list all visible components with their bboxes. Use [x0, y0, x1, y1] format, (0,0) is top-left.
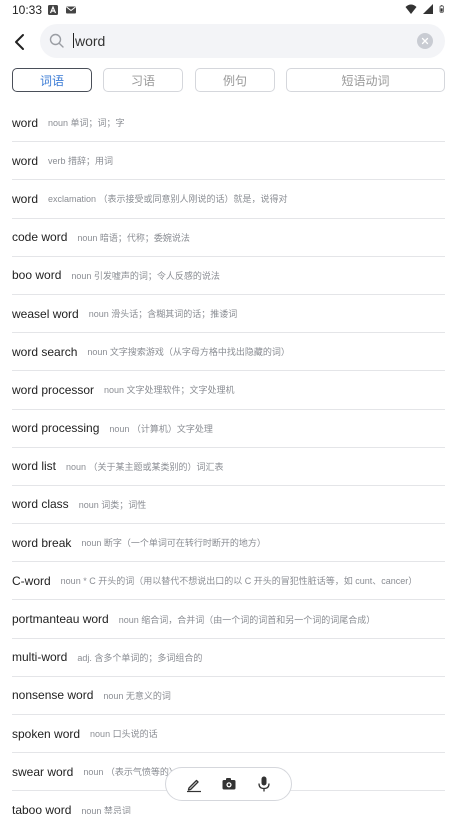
tab-phrasal-verbs[interactable]: 短语动词	[286, 68, 445, 92]
list-item[interactable]: boo word noun 引发嘘声的词；令人反感的说法	[12, 257, 445, 295]
entry-word: C-word	[12, 573, 51, 588]
list-item[interactable]: nonsense word noun 无意义的词	[12, 677, 445, 715]
list-item[interactable]: word exclamation （表示接受或同意别人刚说的话）就是，说得对	[12, 180, 445, 219]
entry-word: word	[12, 115, 39, 130]
entry-definition: noun 禁忌词	[81, 805, 131, 814]
entry-definition: noun （关于某主题或某类别的）词汇表	[66, 461, 224, 472]
entry-definition: exclamation （表示接受或同意别人刚说的话）就是，说得对	[48, 194, 288, 205]
search-box[interactable]: word	[40, 24, 445, 58]
handwriting-pen-icon	[186, 779, 201, 793]
entry-definition: noun 文字处理软件；文字处理机	[104, 385, 235, 396]
back-button[interactable]	[8, 30, 32, 54]
status-time: 10:33	[12, 3, 43, 17]
wifi-icon	[405, 4, 417, 14]
entry-word: boo word	[12, 268, 62, 283]
entry-word: word processing	[12, 421, 100, 436]
list-item[interactable]: word processor noun 文字处理软件；文字处理机	[12, 371, 445, 410]
entry-word: spoken word	[12, 726, 81, 741]
entry-definition: noun （计算机）文字处理	[109, 423, 213, 434]
list-item[interactable]: multi-word adj. 含多个单词的；多词组合的	[12, 639, 445, 677]
entry-definition: noun 词类；词性	[78, 499, 147, 510]
voice-input-button[interactable]	[253, 773, 275, 795]
entry-definition: noun 单词；词；字	[48, 118, 125, 129]
list-item[interactable]: weasel word noun 滑头话；含糊其词的话；推诿词	[12, 295, 445, 334]
entry-word: word processor	[12, 382, 95, 397]
input-method-toolbar	[165, 767, 292, 801]
entry-definition: noun 口头说的话	[90, 729, 158, 740]
entry-definition: verb 措辞；用词	[48, 156, 114, 167]
entry-definition: noun 无意义的词	[103, 690, 171, 701]
text-cursor	[73, 33, 74, 48]
list-item[interactable]: portmanteau word noun 缩合词，合并词（由一个词的词首和另一个…	[12, 600, 445, 639]
entry-word: multi-word	[12, 650, 68, 665]
status-bar: 10:33	[0, 0, 457, 20]
list-item[interactable]: word break noun 断字（一个单词可在转行时断开的地方）	[12, 524, 445, 563]
list-item[interactable]: word verb 措辞；用词	[12, 142, 445, 181]
list-item[interactable]: spoken word noun 口头说的话	[12, 715, 445, 754]
entry-word: word	[12, 153, 39, 168]
entry-definition: noun 缩合词，合并词（由一个词的词首和另一个词的词尾合成）	[118, 614, 376, 625]
entry-word: weasel word	[12, 306, 79, 321]
tab-idioms[interactable]: 习语	[103, 68, 183, 92]
category-tabs: 词语 习语 例句 短语动词	[12, 68, 445, 92]
list-item[interactable]: word class noun 词类；词性	[12, 486, 445, 525]
entry-word: word break	[12, 535, 72, 550]
entry-word: portmanteau word	[12, 612, 109, 627]
entry-definition: noun 文字搜索游戏（从字母方格中找出隐藏的词）	[87, 347, 290, 358]
mail-icon	[66, 6, 76, 14]
entry-word: swear word	[12, 764, 74, 779]
entry-word: word list	[12, 459, 57, 474]
tab-words[interactable]: 词语	[12, 68, 92, 92]
list-item[interactable]: word search noun 文字搜索游戏（从字母方格中找出隐藏的词）	[12, 333, 445, 372]
entry-word: word search	[12, 344, 78, 359]
entry-definition: adj. 含多个单词的；多词组合的	[77, 652, 203, 663]
list-item[interactable]: C-word noun * C 开头的词（用以替代不想说出口的以 C 开头的冒犯性…	[12, 562, 445, 601]
search-input[interactable]: word	[73, 24, 393, 58]
handwriting-button[interactable]	[183, 773, 205, 795]
battery-icon	[439, 5, 444, 13]
entry-definition: noun * C 开头的词（用以替代不想说出口的以 C 开头的冒犯性脏话等，如 …	[60, 576, 418, 587]
notification-a-icon	[48, 5, 58, 15]
camera-icon	[222, 778, 235, 790]
results-list: word noun 单词；词；字 word verb 措辞；用词 word excla…	[12, 104, 445, 814]
entry-word: taboo word	[12, 803, 72, 814]
list-item[interactable]: word processing noun （计算机）文字处理	[12, 410, 445, 448]
entry-word: code word	[12, 230, 68, 245]
entry-word: word class	[12, 497, 69, 512]
entry-word: word	[12, 191, 39, 206]
entry-definition: noun 断字（一个单词可在转行时断开的地方）	[81, 538, 266, 549]
entry-definition: noun 引发嘘声的词；令人反感的说法	[71, 270, 220, 281]
list-item[interactable]: code word noun 暗语；代称；委婉说法	[12, 219, 445, 257]
close-icon	[421, 37, 429, 45]
entry-definition: noun 滑头话；含糊其词的话；推诿词	[88, 309, 238, 320]
list-item[interactable]: word noun 单词；词；字	[12, 104, 445, 143]
entry-definition: noun 暗语；代称；委婉说法	[77, 232, 190, 243]
entry-definition: noun （表示气愤等的）	[83, 767, 178, 778]
list-item[interactable]: word list noun （关于某主题或某类别的）词汇表	[12, 448, 445, 486]
clear-button[interactable]	[417, 33, 433, 49]
search-icon	[49, 33, 64, 48]
camera-button[interactable]	[218, 773, 240, 795]
entry-word: nonsense word	[12, 688, 94, 703]
chevron-left-icon	[15, 34, 24, 50]
microphone-icon	[257, 776, 270, 792]
top-bar: word	[0, 24, 457, 60]
signal-icon	[423, 4, 433, 14]
tab-examples[interactable]: 例句	[195, 68, 275, 92]
search-query: word	[75, 33, 106, 49]
